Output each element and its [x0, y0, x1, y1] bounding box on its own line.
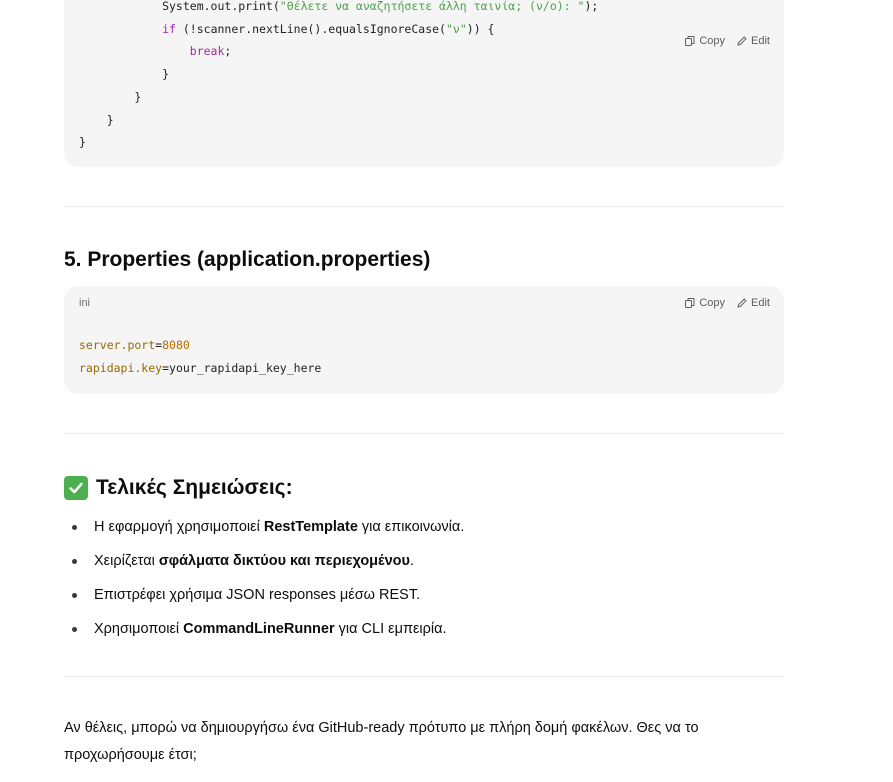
copy-code-button[interactable]: Copy	[685, 35, 725, 47]
code-token: "Θέλετε να αναζητήσετε άλλη ταινία; (ν/ο…	[279, 0, 585, 13]
code-line: }	[79, 131, 598, 154]
check-mark-icon	[64, 476, 88, 500]
code-token: System.out.print(	[79, 0, 280, 13]
section-divider	[64, 676, 784, 677]
code-token: (!scanner.nextLine().equalsIgnoreCase(	[175, 21, 446, 36]
code-token: }	[79, 67, 170, 82]
list-item: Χρησιμοποιεί CommandLineRunner για CLI ε…	[64, 612, 784, 646]
code-line: server.port=8080	[79, 334, 321, 357]
copy-icon	[685, 36, 695, 46]
list-item: Η εφαρμογή χρησιμοποιεί RestTemplate για…	[64, 510, 784, 544]
notes-heading-text: Τελικές Σημειώσεις:	[96, 476, 293, 499]
code-token: break	[189, 44, 225, 59]
text: Χειρίζεται	[94, 553, 159, 569]
code-token: "ν"	[445, 21, 467, 36]
code-line: if (!scanner.nextLine().equalsIgnoreCase…	[79, 18, 598, 41]
edit-code-button[interactable]: Edit	[737, 297, 770, 309]
text: για επικοινωνία.	[357, 519, 465, 535]
bold-text: σφάλματα δικτύου και περιεχομένου	[158, 553, 410, 569]
code-line: rapidapi.key=your_rapidapi_key_here	[79, 357, 321, 380]
copy-label: Copy	[699, 35, 726, 47]
code-line: }	[79, 109, 598, 132]
code-token: }	[79, 89, 142, 104]
edit-code-button[interactable]: Edit	[737, 35, 770, 47]
copy-icon	[685, 298, 695, 308]
section-divider	[64, 206, 784, 207]
copy-label: Copy	[699, 297, 726, 309]
bold-text: CommandLineRunner	[183, 621, 335, 637]
bold-text: RestTemplate	[263, 519, 358, 535]
closing-paragraph: Αν θέλεις, μπορώ να δημιουργήσω ένα GitH…	[64, 720, 699, 763]
code-token: );	[584, 0, 599, 13]
code-line: }	[79, 86, 598, 109]
text: για CLI εμπειρία.	[334, 621, 447, 637]
code-token: =your_rapidapi_key_here	[162, 360, 322, 375]
code-token: ;	[224, 44, 232, 59]
code-token: rapidapi.key	[79, 360, 163, 375]
code-token: )) {	[466, 21, 495, 36]
code-token: if	[162, 21, 176, 36]
code-token: 8080	[162, 338, 190, 352]
java-code-block: Copy Edit System.out.print("Θέλετε να αν…	[64, 0, 784, 167]
notes-list: Η εφαρμογή χρησιμοποιεί RestTemplate για…	[64, 510, 784, 646]
notes-heading: Τελικές Σημειώσεις:	[64, 474, 784, 502]
ini-code: server.port=8080 rapidapi.key=your_rapida…	[79, 334, 321, 379]
text: Η εφαρμογή χρησιμοποιεί	[94, 519, 264, 535]
code-token: }	[79, 112, 114, 127]
copy-code-button[interactable]: Copy	[685, 297, 725, 309]
pencil-icon	[737, 298, 747, 308]
code-line: }	[79, 63, 598, 86]
text: Χρησιμοποιεί	[94, 621, 184, 637]
java-code: System.out.print("Θέλετε να αναζητήσετε …	[64, 0, 598, 154]
ini-code-block: ini Copy Edit server.port=8080 rapidapi.k…	[64, 286, 784, 394]
text: Επιστρέφει χρήσιμα JSON responses μέσω R…	[94, 587, 421, 603]
text: .	[409, 553, 414, 569]
list-item: Χειρίζεται σφάλματα δικτύου και περιεχομ…	[64, 544, 784, 578]
code-line: System.out.print("Θέλετε να αναζητήσετε …	[79, 0, 598, 18]
code-actions: Copy Edit	[685, 35, 770, 47]
code-token: server.port	[79, 338, 156, 352]
code-language-label: ini	[79, 297, 91, 309]
list-item: Επιστρέφει χρήσιμα JSON responses μέσω R…	[64, 578, 784, 612]
pencil-icon	[737, 36, 747, 46]
code-actions: Copy Edit	[685, 297, 770, 309]
section-heading-properties: 5. Properties (application.properties)	[64, 248, 431, 271]
edit-label: Edit	[751, 35, 770, 47]
section-divider	[64, 433, 784, 434]
edit-label: Edit	[751, 297, 770, 309]
code-line: break;	[79, 40, 598, 63]
code-token: }	[79, 135, 86, 150]
chat-message-content: Copy Edit System.out.print("Θέλετε να αν…	[64, 0, 784, 769]
